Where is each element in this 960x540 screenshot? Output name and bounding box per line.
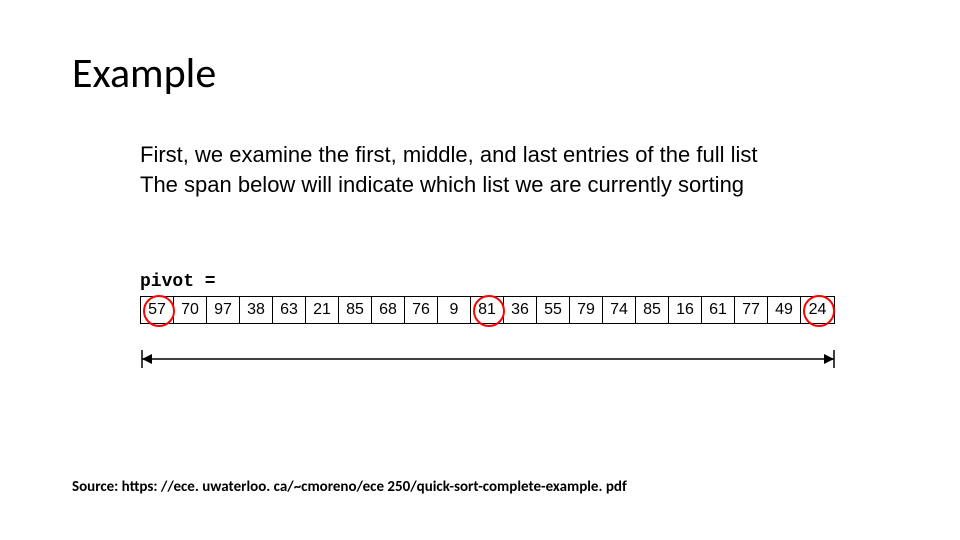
body-text: First, we examine the first, middle, and… bbox=[140, 140, 757, 199]
pivot-candidate-circle-icon bbox=[803, 295, 835, 327]
array-cell: 49 bbox=[768, 297, 801, 323]
array-cell: 16 bbox=[669, 297, 702, 323]
slide: Example First, we examine the first, mid… bbox=[0, 0, 960, 540]
array-cell: 79 bbox=[570, 297, 603, 323]
array-cell: 36 bbox=[504, 297, 537, 323]
array-cell: 68 bbox=[372, 297, 405, 323]
pivot-candidate-circle-icon bbox=[143, 295, 175, 327]
array-cell: 81 bbox=[471, 297, 504, 323]
array-cell: 85 bbox=[636, 297, 669, 323]
array-cell: 24 bbox=[801, 297, 834, 323]
source-citation: Source: https: //ece. uwaterloo. ca/~cmo… bbox=[72, 478, 627, 496]
span-arrow-icon bbox=[140, 348, 836, 370]
array-cell: 57 bbox=[141, 297, 174, 323]
array-cell: 21 bbox=[306, 297, 339, 323]
array-cell: 55 bbox=[537, 297, 570, 323]
pivot-candidate-circle-icon bbox=[473, 295, 505, 327]
array-cell: 63 bbox=[273, 297, 306, 323]
array-cell: 97 bbox=[207, 297, 240, 323]
slide-title: Example bbox=[72, 48, 216, 99]
array-row: 5770973863218568769813655797485166177492… bbox=[140, 296, 835, 324]
pivot-label: pivot = bbox=[140, 272, 216, 292]
array-cell: 61 bbox=[702, 297, 735, 323]
array-cell: 85 bbox=[339, 297, 372, 323]
body-line-1: First, we examine the first, middle, and… bbox=[140, 140, 757, 170]
body-line-2: The span below will indicate which list … bbox=[140, 170, 757, 200]
array-cell: 76 bbox=[405, 297, 438, 323]
array-cell: 74 bbox=[603, 297, 636, 323]
array-cell: 38 bbox=[240, 297, 273, 323]
array-cell: 77 bbox=[735, 297, 768, 323]
span-indicator bbox=[140, 348, 836, 370]
array-cell: 70 bbox=[174, 297, 207, 323]
array-cell: 9 bbox=[438, 297, 471, 323]
array-container: 5770973863218568769813655797485166177492… bbox=[140, 296, 835, 324]
